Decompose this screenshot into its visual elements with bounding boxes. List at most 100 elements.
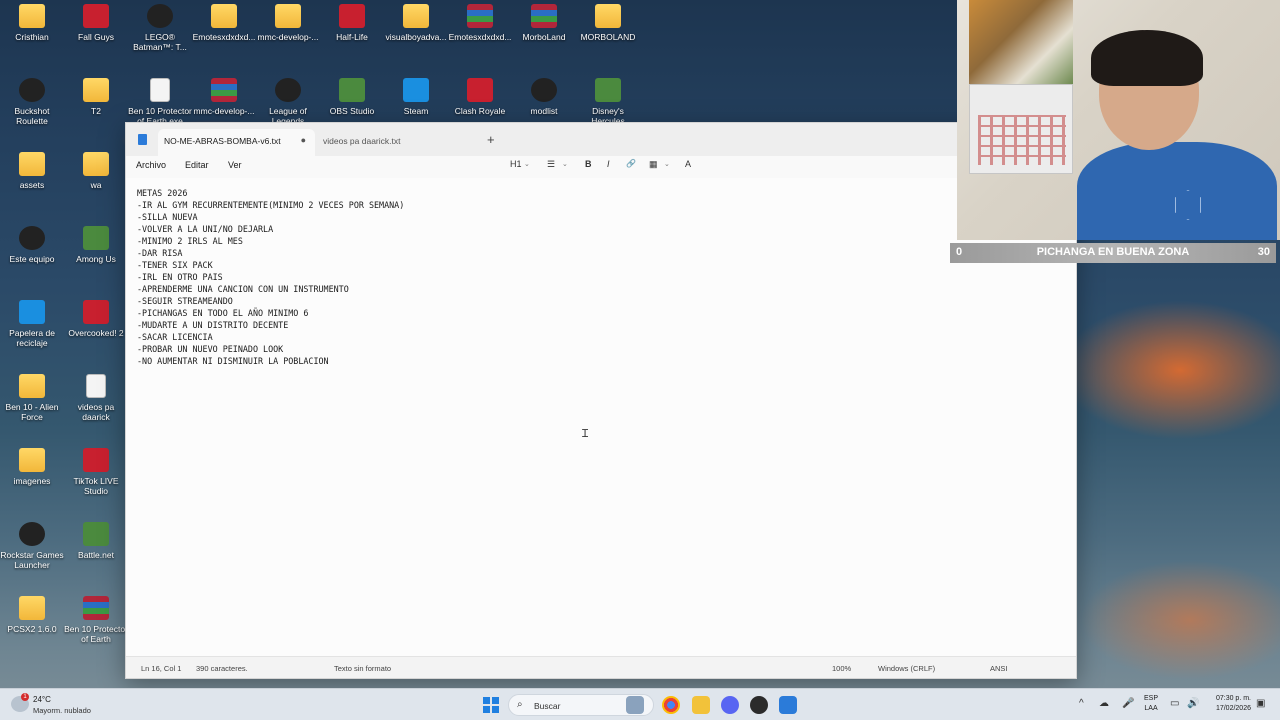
text-line[interactable]: -NO AUMENTAR NI DISMINUIR LA POBLACION [137, 355, 404, 367]
desktop-icon[interactable]: Clash Royale [448, 78, 512, 116]
desktop-icon-label: videos pa daarick [77, 402, 115, 422]
desktop-icon[interactable]: mmc-develop-... [192, 78, 256, 116]
text-line[interactable]: -MUDARTE A UN DISTRITO DECENTE [137, 319, 404, 331]
weather-temp[interactable]: 24°C [33, 695, 51, 704]
desktop-icon[interactable]: Emotesxdxdxd... [448, 4, 512, 42]
desktop-icon[interactable]: visualboyadva... [384, 4, 448, 42]
desktop-icon[interactable]: imagenes [0, 448, 64, 486]
menu-editar[interactable]: Editar [185, 160, 209, 170]
desktop-icon[interactable]: OBS Studio [320, 78, 384, 116]
line-ending[interactable]: Windows (CRLF) [878, 664, 935, 673]
desktop-icon[interactable]: Disney's Hercules [576, 78, 640, 126]
desktop-icon[interactable]: wa [64, 152, 128, 190]
notepad-taskbar-icon[interactable] [779, 696, 797, 714]
zoom-level[interactable]: 100% [832, 664, 851, 673]
notifications-icon[interactable]: ▣ [1256, 698, 1265, 709]
list-icon[interactable]: ☰ [547, 159, 555, 170]
text-line[interactable]: METAS 2026 [137, 187, 404, 199]
tab-bar: NO-ME-ABRAS-BOMBA-v6.txt ● videos pa daa… [126, 123, 1076, 156]
language-indicator[interactable]: ESP LAA [1144, 694, 1158, 714]
widgets-icon[interactable] [626, 696, 644, 714]
chevron-down-icon[interactable]: ⌄ [562, 160, 568, 168]
app-icon [19, 300, 45, 324]
text-editor[interactable]: METAS 2026 -IR AL GYM RECURRENTEMENTE(MIN… [126, 178, 1076, 656]
new-tab-button[interactable]: + [487, 132, 495, 147]
desktop-icon[interactable]: PCSX2 1.6.0 [0, 596, 64, 634]
doc-icon [86, 374, 106, 398]
desktop-icon[interactable]: League of Legends [256, 78, 320, 126]
streamer [1077, 30, 1277, 240]
volume-icon[interactable]: 🔊 [1187, 698, 1199, 709]
desktop-icon[interactable]: mmc-develop-... [256, 4, 320, 42]
desktop-icon[interactable]: LEGO® Batman™: T... [128, 4, 192, 52]
text-line[interactable]: -DAR RISA [137, 247, 404, 259]
desktop-icon[interactable]: Ben 10 - Alien Force [0, 374, 64, 422]
text-line[interactable]: -TENER SIX PACK [137, 259, 404, 271]
desktop-icon[interactable]: Ben 10 Protector of Earth.exe [128, 78, 192, 126]
desktop-icon[interactable]: MORBOLAND [576, 4, 640, 42]
desktop-icon[interactable]: Overcooked! 2 [64, 300, 128, 338]
tab-active-file[interactable]: NO-ME-ABRAS-BOMBA-v6.txt ● [138, 129, 315, 156]
desktop-icon[interactable]: MorboLand [512, 4, 576, 42]
text-line[interactable]: -APRENDERME UNA CANCION CON UN INSTRUMEN… [137, 283, 404, 295]
network-icon[interactable]: ▭ [1170, 698, 1179, 709]
desktop-icon[interactable]: Cristhian [0, 4, 64, 42]
text-line[interactable]: -MINIMO 2 IRLS AL MES [137, 235, 404, 247]
chevron-up-icon[interactable]: ^ [1079, 698, 1084, 709]
desktop-icon[interactable]: TikTok LIVE Studio [64, 448, 128, 496]
text-line[interactable]: -SACAR LICENCIA [137, 331, 404, 343]
spellcheck-icon[interactable]: A [685, 159, 691, 169]
desktop-icon[interactable]: Buckshot Roulette [0, 78, 64, 126]
weather-condition[interactable]: Mayorm. nublado [33, 706, 91, 715]
obs-icon[interactable] [750, 696, 768, 714]
text-line[interactable]: -IRL EN OTRO PAIS [137, 271, 404, 283]
desktop-icon[interactable]: Battle.net [64, 522, 128, 560]
desktop-icon[interactable]: assets [0, 152, 64, 190]
desktop-icon[interactable]: Among Us [64, 226, 128, 264]
unsaved-dot-icon[interactable]: ● [301, 135, 306, 145]
desktop-icon[interactable]: T2 [64, 78, 128, 116]
microphone-icon[interactable]: 🎤 [1122, 698, 1134, 709]
discord-icon[interactable] [721, 696, 739, 714]
text-line[interactable]: -PROBAR UN NUEVO PEINADO LOOK [137, 343, 404, 355]
text-line[interactable]: -VOLVER A LA UNI/NO DEJARLA [137, 223, 404, 235]
folder-icon [19, 4, 45, 28]
windows-start-icon[interactable] [483, 697, 499, 713]
document-text[interactable]: METAS 2026 -IR AL GYM RECURRENTEMENTE(MIN… [137, 187, 404, 367]
link-icon[interactable]: 🔗 [626, 159, 636, 168]
folder-icon [19, 596, 45, 620]
menu-archivo[interactable]: Archivo [136, 160, 166, 170]
desktop-icon[interactable]: Papelera de reciclaje [0, 300, 64, 348]
chrome-icon[interactable] [662, 696, 680, 714]
text-line[interactable]: -SILLA NUEVA [137, 211, 404, 223]
desktop-icon[interactable]: Fall Guys [64, 4, 128, 42]
wallpaper-glow [1060, 300, 1280, 440]
desktop-icon-label: modlist [530, 106, 558, 116]
app-icon [275, 78, 301, 102]
desktop-icon[interactable]: Steam [384, 78, 448, 116]
italic-button[interactable]: I [607, 159, 610, 169]
encoding[interactable]: ANSI [990, 664, 1008, 673]
text-line[interactable]: -PICHANGAS EN TODO EL AÑO MINIMO 6 [137, 307, 404, 319]
cloud-icon[interactable]: ☁ [1099, 698, 1109, 709]
chevron-down-icon[interactable]: ⌄ [524, 160, 530, 168]
desktop-icon[interactable]: videos pa daarick [64, 374, 128, 422]
tab-videos-file[interactable]: videos pa daarick.txt [323, 136, 400, 146]
text-line[interactable]: -IR AL GYM RECURRENTEMENTE(MINIMO 2 VECE… [137, 199, 404, 211]
menu-ver[interactable]: Ver [228, 160, 242, 170]
desktop-icon[interactable]: modlist [512, 78, 576, 116]
bold-button[interactable]: B [585, 159, 592, 169]
app-icon [339, 78, 365, 102]
table-icon[interactable]: ▦ [649, 159, 658, 170]
text-line[interactable]: -SEGUIR STREAMEANDO [137, 295, 404, 307]
desktop-icon[interactable]: Rockstar Games Launcher [0, 522, 64, 570]
heading-button[interactable]: H1 [510, 159, 522, 169]
file-explorer-icon[interactable] [692, 696, 710, 714]
desktop-icon[interactable]: Este equipo [0, 226, 64, 264]
chevron-down-icon[interactable]: ⌄ [664, 160, 670, 168]
text-cursor-icon: Ɪ [582, 427, 589, 440]
desktop-icon[interactable]: Half-Life [320, 4, 384, 42]
desktop-icon[interactable]: Ben 10 Protector of Earth [64, 596, 128, 644]
desktop-icon[interactable]: Emotesxdxdxd... [192, 4, 256, 42]
clock[interactable]: 07:30 p. m. 17/02/2026 [1207, 694, 1251, 714]
